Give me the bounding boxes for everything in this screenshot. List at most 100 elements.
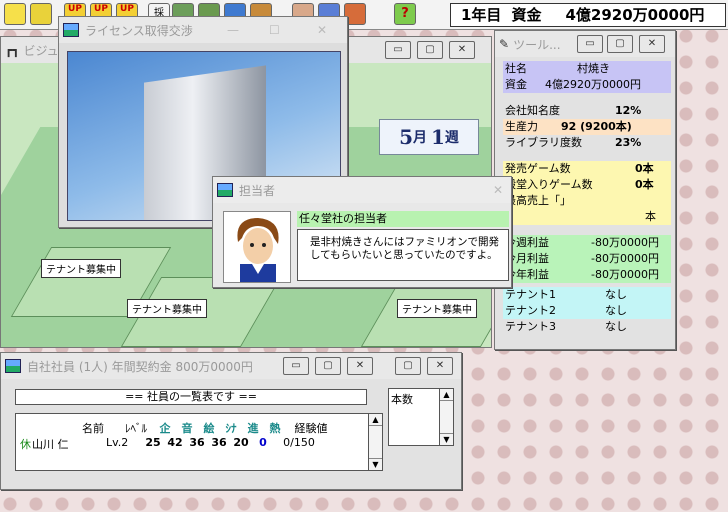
monthly-value: -80万0000円	[591, 252, 659, 265]
scroll-down-icon[interactable]: ▼	[440, 433, 453, 445]
tenant-sign[interactable]: テナント募集中	[127, 299, 207, 318]
best-value: 本	[645, 210, 656, 223]
speaker-name: 任々堂社の担当者	[297, 211, 509, 227]
license-titlebar[interactable]: ライセンス取得交渉 — ☐ ✕	[59, 17, 347, 43]
minimize-button[interactable]: —	[227, 23, 239, 37]
table-row[interactable]: 休 山川 仁 Lv.2 25 42 36 36 20 0 0/150	[20, 436, 324, 452]
col-level: ﾚﾍﾞﾙ	[125, 422, 147, 435]
building-icon[interactable]	[4, 3, 26, 25]
col-name: 名前	[82, 422, 104, 435]
info-row-weekly: 今週利益 -80万0000円	[503, 235, 671, 251]
col-graphic: 絵	[203, 422, 215, 435]
week-unit: 週	[444, 130, 459, 146]
col-scenario: ｼﾅ	[225, 422, 237, 435]
info-titlebar[interactable]: ✎ ツール... ▭ ▢ ✕	[495, 31, 675, 57]
stat-progress: 20	[233, 436, 249, 449]
funds-label: 資金	[505, 78, 527, 91]
monthly-label: 今月利益	[505, 252, 549, 265]
tenant3-value: なし	[605, 320, 627, 333]
best-label: 最高売上「」	[505, 194, 571, 207]
maximize-button[interactable]: ▢	[607, 35, 633, 53]
stat-sound: 42	[167, 436, 183, 449]
close-button[interactable]: ✕	[639, 35, 665, 53]
library-value: 23%	[615, 136, 642, 149]
tenant2-label: テナント2	[505, 304, 556, 317]
window-icon	[217, 183, 233, 197]
city-title: ビジュ	[23, 43, 59, 58]
info-content: 社名 村焼き 資金 4億2920万0000円 会社知名度 12% 生産力 92 (920…	[503, 61, 671, 335]
info-row-production: 生産力 92 (9200本)	[503, 119, 671, 135]
info-row-fame: 会社知名度 12%	[503, 103, 671, 119]
info-row-company: 社名 村焼き	[503, 61, 671, 77]
window-icon	[63, 23, 79, 37]
stat-plan: 25	[145, 436, 161, 449]
col-passion: 熱	[269, 422, 281, 435]
col-exp: 経験値	[294, 422, 328, 435]
column-headers: 名前 ﾚﾍﾞﾙ 企 音 絵 ｼﾅ 進 熱 経験値	[68, 420, 336, 436]
scroll-up-icon[interactable]: ▲	[440, 389, 453, 401]
close-button[interactable]: ✕	[317, 23, 327, 37]
info-row-tenant2: テナント2 なし	[503, 303, 671, 319]
col-sound: 音	[181, 422, 193, 435]
maximize-button[interactable]: ☐	[269, 23, 280, 37]
dialog-titlebar[interactable]: 担当者 ✕	[213, 177, 511, 203]
maximize-button[interactable]: ▢	[417, 41, 443, 59]
funds-value: 4億2920万0000円	[565, 6, 705, 24]
info-row-funds: 資金 4億2920万0000円	[503, 77, 671, 93]
scroll-down-icon[interactable]: ▼	[369, 458, 382, 470]
info-row-best-value: 本	[503, 209, 671, 225]
released-label: 発売ゲーム数	[505, 162, 571, 175]
stat-graphic: 36	[189, 436, 205, 449]
tenant1-label: テナント1	[505, 288, 556, 301]
info-title: ツール...	[513, 37, 561, 52]
window-icon	[5, 359, 21, 373]
fame-label: 会社知名度	[505, 104, 560, 117]
tool-icon: ✎	[499, 37, 510, 51]
production-value: 92 (9200本)	[561, 120, 632, 133]
employees-titlebar[interactable]: 自社社員 (1人) 年間契約金 800万0000円 ▭ ▢ ✕ ▢ ✕	[1, 353, 461, 379]
minimize-button[interactable]: ▭	[385, 41, 411, 59]
minimize-button[interactable]: ▭	[283, 357, 309, 375]
avatar	[223, 211, 291, 283]
scrollbar[interactable]: ▲ ▼	[439, 389, 453, 445]
scroll-up-icon[interactable]: ▲	[369, 414, 382, 426]
hall-label: 殿堂入りゲーム数	[505, 178, 593, 191]
month-number: 5	[399, 125, 413, 149]
year-label: 1年目	[461, 6, 502, 24]
info-row-tenant3: テナント3 なし	[503, 319, 671, 335]
minimize-button[interactable]: ▭	[577, 35, 603, 53]
stat-scenario: 36	[211, 436, 227, 449]
close-button[interactable]: ✕	[427, 357, 453, 375]
tenant-sign[interactable]: テナント募集中	[397, 299, 477, 318]
fame-value: 12%	[615, 104, 642, 117]
info-row-monthly: 今月利益 -80万0000円	[503, 251, 671, 267]
close-button[interactable]: ✕	[493, 183, 503, 197]
employee-list: 名前 ﾚﾍﾞﾙ 企 音 絵 ｼﾅ 進 熱 経験値 休 山川 仁 Lv.2 25 …	[15, 413, 383, 471]
production-label: 生産力	[505, 120, 538, 133]
side-list: 本数 ▲ ▼	[388, 388, 454, 446]
week-number: 1	[431, 125, 445, 149]
weekly-label: 今週利益	[505, 236, 549, 249]
tenant-sign[interactable]: テナント募集中	[41, 259, 121, 278]
maximize-button[interactable]: ▢	[395, 357, 421, 375]
funds-value: 4億2920万0000円	[545, 78, 641, 91]
employee-exp: 0/150	[283, 436, 315, 449]
weekly-value: -80万0000円	[591, 236, 659, 249]
employees-side-panel: 本数 ▲ ▼	[388, 388, 454, 482]
scrollbar[interactable]: ▲ ▼	[368, 414, 382, 470]
tenant1-value: なし	[605, 288, 627, 301]
tenant3-label: テナント3	[505, 320, 556, 333]
info-row-yearly: 今年利益 -80万0000円	[503, 267, 671, 283]
company-info-window: ✎ ツール... ▭ ▢ ✕ 社名 村焼き 資金 4億2920万0000円 会社知名…	[494, 30, 676, 350]
employee-name: 山川 仁	[32, 438, 69, 451]
employee-level: Lv.2	[106, 436, 129, 449]
help-icon[interactable]: ?	[394, 3, 416, 25]
license-title: ライセンス取得交渉	[85, 23, 193, 38]
dialog-message: 是非村焼きさんにはファミリオンで開発してもらいたいと思っていたのですよ。	[297, 229, 509, 281]
info-row-hall: 殿堂入りゲーム数 0本	[503, 177, 671, 193]
maximize-button[interactable]: ▢	[315, 357, 341, 375]
building2-icon[interactable]	[30, 3, 52, 25]
close-button[interactable]: ✕	[449, 41, 475, 59]
info-row-tenant1: テナント1 なし	[503, 287, 671, 303]
close-button[interactable]: ✕	[347, 357, 373, 375]
